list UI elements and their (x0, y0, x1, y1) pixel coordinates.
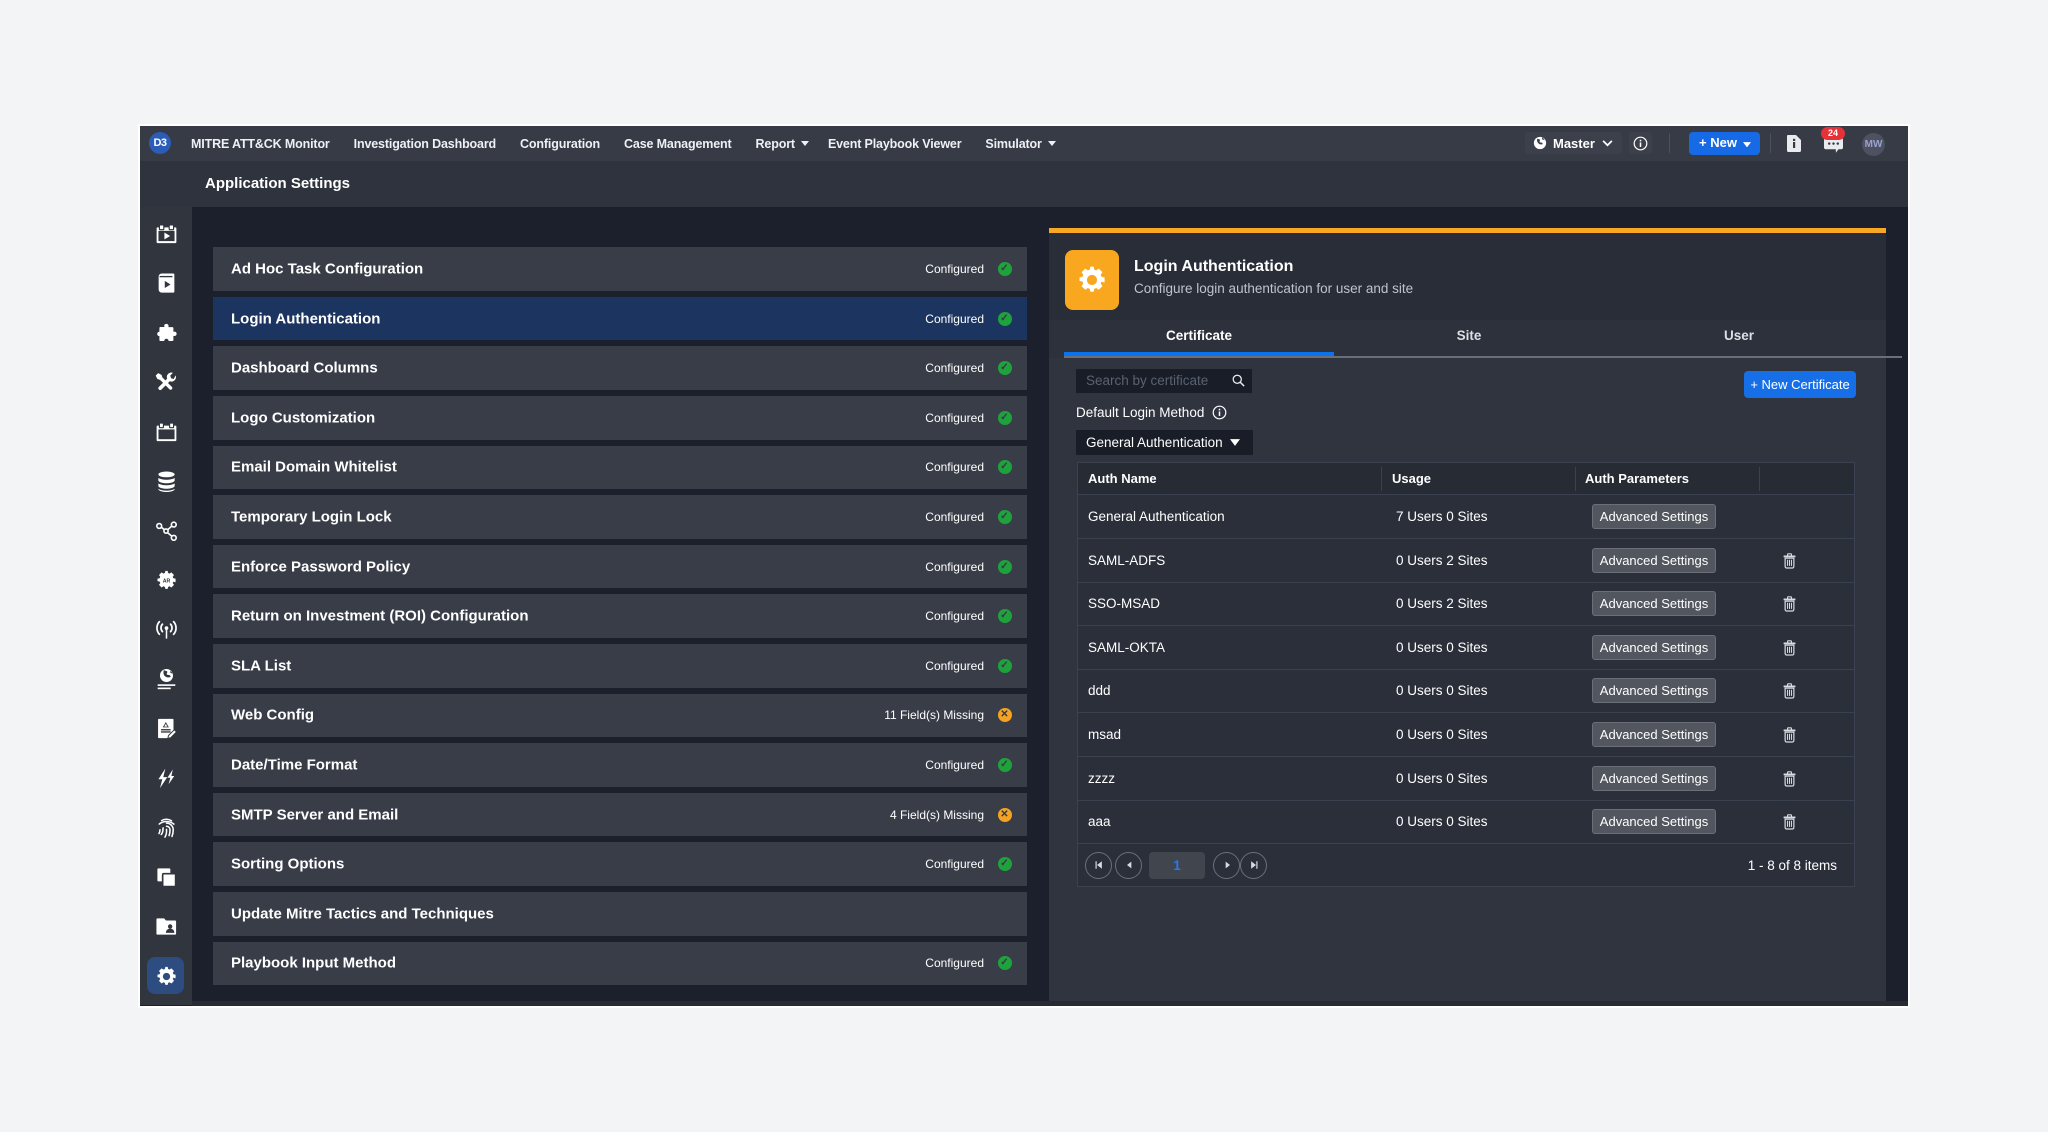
svg-text:AR: AR (162, 579, 170, 585)
